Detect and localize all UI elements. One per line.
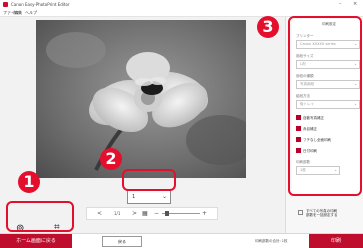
window-title: Canon Easy-PhotoPrint Editor — [11, 2, 70, 7]
apply-all-line2: 部数を一括設定する — [306, 213, 338, 217]
menu-help[interactable]: ヘルプ — [25, 9, 37, 17]
callout-highlight-2 — [122, 169, 176, 191]
back-button[interactable]: 戻る — [102, 236, 142, 247]
callout-badge-3: 3 — [257, 16, 279, 38]
photo-preview[interactable] — [36, 20, 246, 178]
zoom-slider-handle[interactable] — [165, 211, 169, 216]
bottom-bar: ホーム画面に戻る 戻る 印刷部数の合計: 1枚 印刷 — [0, 233, 363, 248]
page-select[interactable]: 1 ⌄ — [127, 190, 171, 204]
callout-highlight-1 — [6, 201, 74, 232]
callout-badge-1: 1 — [18, 171, 40, 193]
page-indicator: 1/1 — [114, 211, 121, 216]
page-select-value: 1 — [132, 194, 136, 200]
title-bar: Canon Easy-PhotoPrint Editor – × — [0, 0, 363, 9]
minimize-button[interactable]: – — [339, 0, 342, 9]
menu-edit[interactable]: 編集 — [14, 9, 22, 17]
callout-badge-2: 2 — [100, 148, 122, 170]
prev-page-button[interactable]: < — [97, 208, 102, 219]
print-count-total: 印刷部数の合計: 1枚 — [255, 239, 288, 243]
page-navigation: < 1/1 > ▦ − + — [86, 207, 218, 220]
close-button[interactable]: × — [353, 0, 357, 9]
app-icon — [3, 2, 8, 7]
flower-photo — [36, 20, 246, 178]
grid-view-icon[interactable]: ▦ — [142, 208, 148, 219]
home-button[interactable]: ホーム画面に戻る — [0, 234, 72, 248]
print-button[interactable]: 印刷 — [309, 234, 363, 248]
apply-all-copies-checkbox[interactable]: すべての写真の印刷 部数を一括設定する — [298, 209, 360, 217]
zoom-in-button[interactable]: + — [202, 208, 207, 219]
next-page-button[interactable]: > — [132, 208, 137, 219]
zoom-out-button[interactable]: − — [154, 208, 159, 219]
callout-highlight-3 — [288, 16, 362, 196]
checkbox-unchecked-icon — [298, 210, 303, 215]
chevron-down-icon: ⌄ — [161, 193, 167, 200]
